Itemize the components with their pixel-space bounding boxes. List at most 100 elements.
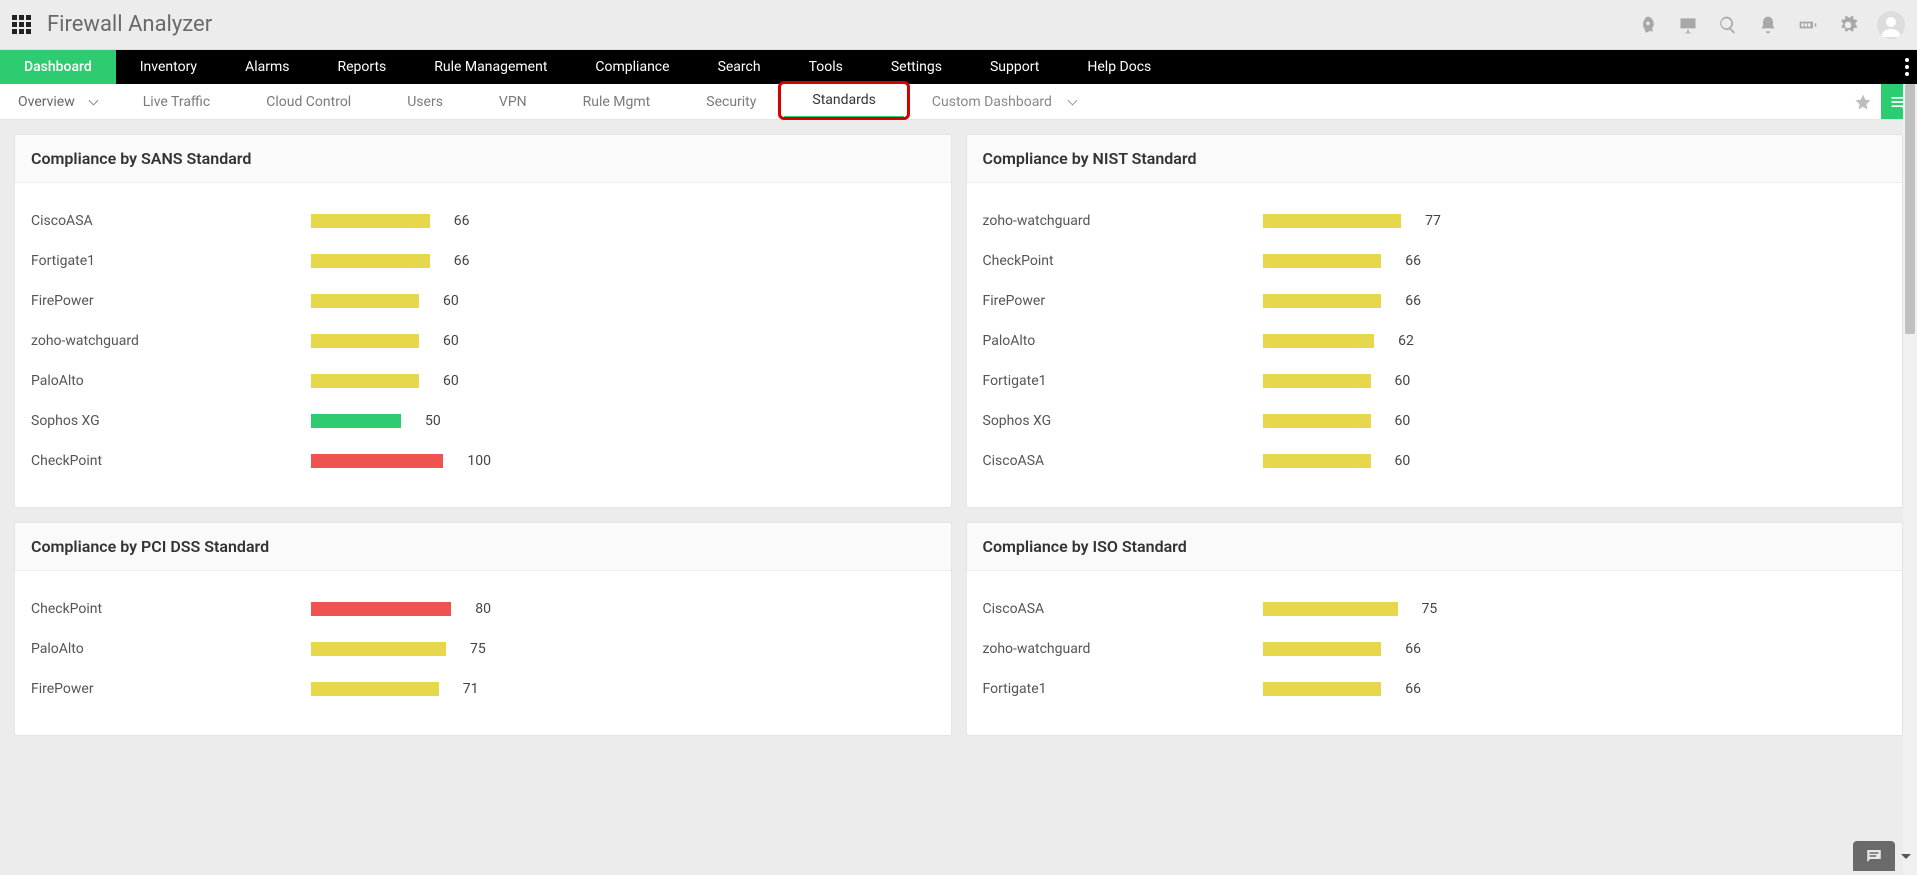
compliance-row[interactable]: zoho-watchguard77 xyxy=(983,201,1887,241)
bar-track: 66 xyxy=(1263,293,1443,309)
nav-tools[interactable]: Tools xyxy=(785,50,867,84)
bar-value: 60 xyxy=(443,293,459,309)
subnav-rule-mgmt[interactable]: Rule Mgmt xyxy=(555,84,679,119)
user-avatar-icon[interactable] xyxy=(1877,11,1905,39)
bar-fill xyxy=(1263,682,1382,696)
bar-value: 66 xyxy=(1405,681,1421,697)
scrollbar-thumb[interactable] xyxy=(1905,84,1915,334)
nav-rule-management[interactable]: Rule Management xyxy=(410,50,571,84)
nav-support[interactable]: Support xyxy=(966,50,1063,84)
compliance-row[interactable]: CheckPoint 66 xyxy=(983,241,1887,281)
device-label: CiscoASA xyxy=(983,601,1263,617)
compliance-panel: Compliance by SANS Standard CiscoASA 66 For… xyxy=(14,134,952,508)
bar-value: 80 xyxy=(475,601,491,617)
panel-title: Compliance by ISO Standard xyxy=(967,523,1903,571)
subnav-live-traffic[interactable]: Live Traffic xyxy=(115,84,238,119)
nav-inventory[interactable]: Inventory xyxy=(116,50,221,84)
subnav-standards[interactable]: Standards xyxy=(784,84,904,119)
bottom-corner-controls xyxy=(1853,841,1917,871)
compliance-row[interactable]: CiscoASA60 xyxy=(983,441,1887,481)
bar-track: 66 xyxy=(1263,681,1443,697)
bar-fill xyxy=(311,642,446,656)
bar-value: 60 xyxy=(443,373,459,389)
subnav-vpn[interactable]: VPN xyxy=(471,84,555,119)
panel-title: Compliance by SANS Standard xyxy=(15,135,951,183)
top-header: Firewall Analyzer xyxy=(0,0,1917,50)
device-label: CheckPoint xyxy=(983,253,1263,269)
compliance-row[interactable]: PaloAlto75 xyxy=(31,629,935,669)
panel-body: CiscoASA66Fortigate166FirePower60zoho-wa… xyxy=(15,183,951,507)
subnav-overview-dropdown[interactable]: Overview xyxy=(0,84,115,119)
nav-compliance[interactable]: Compliance xyxy=(571,50,693,84)
subnav-security[interactable]: Security xyxy=(678,84,784,119)
bar-track: 60 xyxy=(1263,453,1443,469)
nav-search[interactable]: Search xyxy=(694,50,785,84)
bar-value: 66 xyxy=(1405,253,1421,269)
bar-fill xyxy=(1263,294,1382,308)
device-label: PaloAlto xyxy=(31,373,311,389)
nav-alarms[interactable]: Alarms xyxy=(221,50,313,84)
app-title: Firewall Analyzer xyxy=(47,12,212,37)
bar-value: 66 xyxy=(1405,641,1421,657)
compliance-row[interactable]: PaloAlto62 xyxy=(983,321,1887,361)
bell-icon[interactable] xyxy=(1757,14,1779,36)
scrollbar-track[interactable] xyxy=(1903,84,1917,875)
gear-icon[interactable] xyxy=(1837,14,1859,36)
nav-dashboard[interactable]: Dashboard xyxy=(0,50,116,84)
device-label: PaloAlto xyxy=(31,641,311,657)
subnav-overview-label: Overview xyxy=(18,94,75,110)
dropdown-arrow-icon[interactable] xyxy=(1901,854,1911,859)
device-label: FirePower xyxy=(31,293,311,309)
bar-track: 80 xyxy=(311,601,491,617)
bar-value: 71 xyxy=(463,681,479,697)
device-label: CiscoASA xyxy=(983,453,1263,469)
panel-body: CiscoASA75zoho-watchguard66Fortigate166 xyxy=(967,571,1903,735)
compliance-row[interactable]: Fortigate1 66 xyxy=(983,669,1887,709)
compliance-row[interactable]: FirePower 71 xyxy=(31,669,935,709)
subnav-users[interactable]: Users xyxy=(379,84,471,119)
bar-fill xyxy=(311,454,443,468)
compliance-row[interactable]: FirePower 60 xyxy=(31,281,935,321)
bar-track: 100 xyxy=(311,453,491,469)
more-vertical-icon[interactable] xyxy=(1905,50,1909,84)
nav-settings[interactable]: Settings xyxy=(867,50,966,84)
chat-icon[interactable] xyxy=(1853,841,1895,871)
compliance-row[interactable]: CheckPoint100 xyxy=(31,441,935,481)
bar-fill xyxy=(311,294,419,308)
device-label: Fortigate1 xyxy=(983,681,1263,697)
compliance-row[interactable]: Fortigate1 60 xyxy=(983,361,1887,401)
device-label: Sophos XG xyxy=(31,413,311,429)
nav-help-docs[interactable]: Help Docs xyxy=(1063,50,1175,84)
subnav-custom-dashboard-dropdown[interactable]: Custom Dashboard xyxy=(904,84,1096,119)
compliance-row[interactable]: zoho-watchguard66 xyxy=(983,629,1887,669)
bar-value: 66 xyxy=(454,213,470,229)
device-label: CiscoASA xyxy=(31,213,311,229)
presentation-icon[interactable] xyxy=(1677,14,1699,36)
compliance-row[interactable]: Sophos XG50 xyxy=(31,401,935,441)
compliance-row[interactable]: FirePower66 xyxy=(983,281,1887,321)
bar-track: 62 xyxy=(1263,333,1443,349)
compliance-row[interactable]: PaloAlto 60 xyxy=(31,361,935,401)
bar-fill xyxy=(1263,602,1398,616)
nav-reports[interactable]: Reports xyxy=(313,50,410,84)
compliance-row[interactable]: CheckPoint80 xyxy=(31,589,935,629)
bar-track: 60 xyxy=(311,333,491,349)
bar-fill xyxy=(311,254,430,268)
device-label: Fortigate1 xyxy=(983,373,1263,389)
compliance-row[interactable]: CiscoASA75 xyxy=(983,589,1887,629)
compliance-row[interactable]: Fortigate166 xyxy=(31,241,935,281)
subnav-cloud-control[interactable]: Cloud Control xyxy=(238,84,379,119)
bar-value: 60 xyxy=(1395,373,1411,389)
apps-grid-icon[interactable] xyxy=(12,15,31,34)
favorite-star-icon[interactable] xyxy=(1845,84,1881,119)
device-label: FirePower xyxy=(31,681,311,697)
compliance-row[interactable]: zoho-watchguard60 xyxy=(31,321,935,361)
bar-fill xyxy=(311,602,451,616)
search-icon[interactable] xyxy=(1717,14,1739,36)
rocket-icon[interactable] xyxy=(1637,14,1659,36)
compliance-row[interactable]: Sophos XG60 xyxy=(983,401,1887,441)
compliance-row[interactable]: CiscoASA 66 xyxy=(31,201,935,241)
battery-icon[interactable] xyxy=(1797,14,1819,36)
bar-track: 75 xyxy=(1263,601,1443,617)
bar-value: 77 xyxy=(1425,213,1441,229)
